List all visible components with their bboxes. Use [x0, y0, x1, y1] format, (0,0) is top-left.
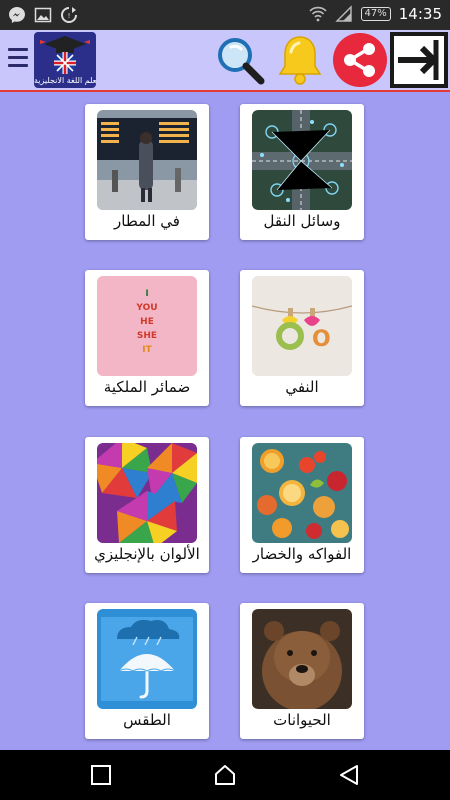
category-card-possessive-pronouns[interactable]: I YOU HE SHE IT ضمائر الملكية: [85, 270, 209, 406]
category-card-transport[interactable]: وسائل النقل: [240, 104, 364, 240]
svg-text:I: I: [145, 289, 148, 299]
svg-text:YOU: YOU: [135, 303, 157, 313]
svg-text:IT: IT: [142, 345, 152, 355]
sync-icon: !: [61, 7, 77, 23]
animals-image: [252, 609, 352, 709]
category-card-weather[interactable]: الطقس: [85, 603, 209, 739]
category-label: الفواكه والخضار: [252, 545, 352, 563]
share-icon[interactable]: [332, 32, 388, 88]
category-label: النفي: [285, 378, 319, 396]
graduation-cap-icon: [40, 36, 90, 74]
category-label: الحيوانات: [273, 711, 331, 729]
negation-image: O: [252, 276, 352, 376]
category-card-animals[interactable]: الحيوانات: [240, 603, 364, 739]
recent-apps-icon[interactable]: [89, 763, 113, 787]
pronouns-image: I YOU HE SHE IT: [97, 276, 197, 376]
search-icon[interactable]: [212, 32, 268, 88]
category-card-airport[interactable]: في المطار: [85, 104, 209, 240]
category-card-colors[interactable]: الألوان بالإنجليزي: [85, 437, 209, 573]
clock: 14:35: [398, 5, 442, 23]
category-card-negation[interactable]: O النفي: [240, 270, 364, 406]
category-card-fruits-vegetables[interactable]: الفواكه والخضار: [240, 437, 364, 573]
messenger-icon: [9, 7, 25, 23]
svg-text:HE: HE: [140, 317, 154, 327]
exit-icon[interactable]: [390, 32, 448, 88]
bell-icon[interactable]: [272, 32, 328, 88]
transport-image: [252, 110, 352, 210]
svg-text:SHE: SHE: [137, 331, 157, 341]
menu-icon[interactable]: [8, 48, 28, 72]
category-label: وسائل النقل: [263, 212, 341, 230]
weather-image: [97, 609, 197, 709]
home-icon[interactable]: [213, 763, 237, 787]
svg-text:!: !: [68, 12, 71, 20]
wifi-icon: [308, 6, 327, 22]
category-label: ضمائر الملكية: [103, 378, 191, 396]
system-nav-bar: [0, 750, 450, 800]
logo-text: تعلم اللغة الانجليزية: [34, 76, 96, 85]
app-logo: تعلم اللغة الانجليزية: [34, 32, 96, 88]
app-toolbar: تعلم اللغة الانجليزية: [0, 30, 450, 92]
category-label: في المطار: [114, 212, 180, 230]
svg-text:O: O: [312, 327, 331, 352]
fruits-image: [252, 443, 352, 543]
airport-image: [97, 110, 197, 210]
back-icon[interactable]: [337, 763, 361, 787]
battery-indicator: 47%: [360, 7, 391, 21]
category-label: الطقس: [123, 711, 171, 729]
colors-image: [97, 443, 197, 543]
category-label: الألوان بالإنجليزي: [94, 545, 200, 563]
signal-icon: [334, 5, 352, 22]
status-bar: ! 47% 14:35: [0, 0, 450, 30]
gallery-icon: [34, 7, 52, 23]
